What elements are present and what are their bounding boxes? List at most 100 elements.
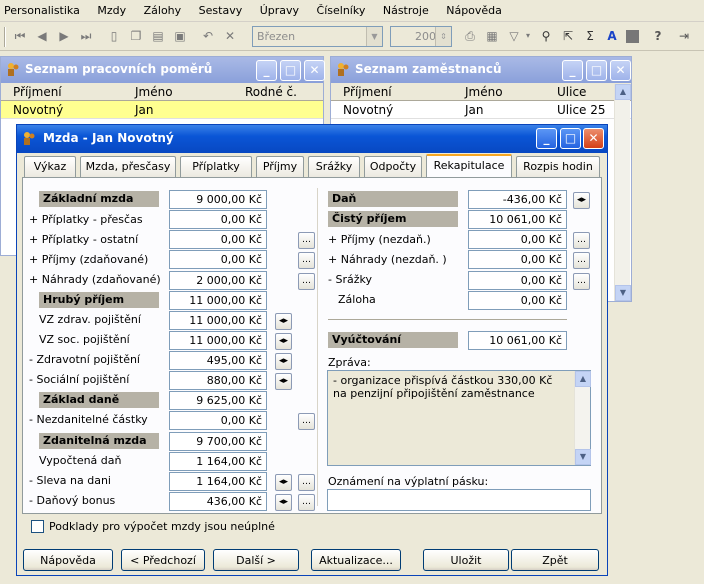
menu-nastroje[interactable]: Nástroje	[379, 0, 433, 17]
exit-icon[interactable]: ⇥	[676, 28, 692, 44]
minimize-icon[interactable]: _	[256, 60, 277, 81]
value-dan[interactable]: -436,00 Kč	[468, 190, 567, 209]
maximize-icon[interactable]: □	[586, 60, 607, 81]
value-zdravotni[interactable]: 495,00 Kč	[169, 351, 267, 370]
prev-record-icon[interactable]: ◀	[34, 28, 50, 44]
calc-button-zdravotni[interactable]: ◂▸	[275, 353, 292, 370]
scroll-up-icon[interactable]: ▲	[575, 371, 591, 387]
column-header-jmeno[interactable]: Jméno	[135, 85, 173, 99]
employees-scrollbar[interactable]: ▲ ▼	[614, 84, 631, 301]
help-icon[interactable]: ?	[650, 28, 666, 44]
value-srazky[interactable]: 0,00 Kč	[468, 271, 567, 290]
color-icon[interactable]	[626, 30, 639, 43]
table-row[interactable]: Novotný Jan	[1, 101, 323, 119]
spellcheck-icon[interactable]: A	[604, 28, 620, 44]
contracts-window-titlebar[interactable]: Seznam pracovních poměrů _ □ ✕	[1, 57, 325, 83]
detail-button-nahrady-nezdan[interactable]: …	[573, 252, 590, 269]
calc-button-sleva[interactable]: ◂▸	[275, 474, 292, 491]
tab-vykaz[interactable]: Výkaz	[24, 156, 76, 177]
value-nahrady-nezdan[interactable]: 0,00 Kč	[468, 250, 567, 269]
minimize-icon[interactable]: _	[562, 60, 583, 81]
value-cisty-prijem[interactable]: 10 061,00 Kč	[468, 210, 567, 229]
tab-srazky[interactable]: Srážky	[308, 156, 360, 177]
value-hruby-prijem[interactable]: 11 000,00 Kč	[169, 291, 267, 310]
month-select[interactable]: Březen ▼	[252, 26, 383, 47]
calc-button-socialni[interactable]: ◂▸	[275, 373, 292, 390]
value-socialni[interactable]: 880,00 Kč	[169, 371, 267, 390]
scroll-up-icon[interactable]: ▲	[615, 84, 631, 100]
filter-dropdown-icon[interactable]: ▾	[520, 28, 536, 44]
incomplete-data-checkbox[interactable]	[31, 520, 44, 533]
calc-button-vz-zdrav[interactable]: ◂▸	[275, 313, 292, 330]
calc-button-bonus[interactable]: ◂▸	[275, 494, 292, 511]
value-zaklad-dane[interactable]: 9 625,00 Kč	[169, 391, 267, 410]
scroll-down-icon[interactable]: ▼	[615, 285, 631, 301]
close-icon[interactable]: ✕	[583, 128, 604, 149]
undo-icon[interactable]: ↶	[200, 28, 216, 44]
value-zdanitelna-mzda[interactable]: 9 700,00 Kč	[169, 432, 267, 451]
menu-zalohy[interactable]: Zálohy	[140, 0, 186, 17]
export-icon[interactable]: ⇱	[560, 28, 576, 44]
next-record-icon[interactable]: ▶	[56, 28, 72, 44]
value-vypoctena-dan[interactable]: 1 164,00 Kč	[169, 452, 267, 471]
sum-icon[interactable]: Σ	[582, 28, 598, 44]
tab-prijmy[interactable]: Příjmy	[256, 156, 304, 177]
value-nahrady-zdan[interactable]: 2 000,00 Kč	[169, 271, 267, 290]
value-vz-zdrav[interactable]: 11 000,00 Kč	[169, 311, 267, 330]
save-button[interactable]: Uložit	[423, 549, 509, 571]
detail-button-sleva[interactable]: …	[298, 474, 315, 491]
close-icon[interactable]: ✕	[610, 60, 631, 81]
value-priplatky-prescas[interactable]: 0,00 Kč	[169, 210, 267, 229]
value-sleva-na-dani[interactable]: 1 164,00 Kč	[169, 472, 267, 491]
value-priplatky-ostatni[interactable]: 0,00 Kč	[169, 230, 267, 249]
calc-button-vz-soc[interactable]: ◂▸	[275, 333, 292, 350]
value-vyuctovani[interactable]: 10 061,00 Kč	[468, 331, 567, 350]
detail-button-priplatky[interactable]: …	[298, 232, 315, 249]
detail-button-bonus[interactable]: …	[298, 494, 315, 511]
menu-personalistika[interactable]: Personalistika	[0, 0, 84, 17]
tab-mzda-prescasy[interactable]: Mzda, přesčasy	[80, 156, 176, 177]
menu-ciselniky[interactable]: Číselníky	[313, 0, 370, 17]
menu-upravy[interactable]: Úpravy	[256, 0, 303, 17]
print-preview-icon[interactable]: ⎙	[462, 28, 478, 44]
delete-icon[interactable]: ✕	[222, 28, 238, 44]
save-icon[interactable]: ▣	[172, 28, 188, 44]
payslip-note-input[interactable]	[327, 489, 591, 511]
value-prijmy-zdan[interactable]: 0,00 Kč	[169, 250, 267, 269]
copy-icon[interactable]: ❐	[128, 28, 144, 44]
value-zakladni-mzda[interactable]: 9 000,00 Kč	[169, 190, 267, 209]
previous-button[interactable]: < Předchozí	[121, 549, 205, 571]
message-box[interactable]: - organizace přispívá částkou 330,00 Kč …	[327, 370, 591, 466]
tab-priplatky[interactable]: Příplatky	[180, 156, 252, 177]
menu-sestavy[interactable]: Sestavy	[195, 0, 247, 17]
close-icon[interactable]: ✕	[304, 60, 325, 81]
table-row[interactable]: Novotný Jan Ulice 25	[331, 101, 631, 119]
detail-button-nezdanitelne[interactable]: …	[298, 413, 315, 430]
column-header-ulice[interactable]: Ulice	[557, 85, 586, 99]
payroll-dialog-titlebar[interactable]: Mzda - Jan Novotný _ □ ✕	[17, 125, 607, 153]
back-button[interactable]: Zpět	[511, 549, 599, 571]
value-danovy-bonus[interactable]: 436,00 Kč	[169, 492, 267, 511]
menu-mzdy[interactable]: Mzdy	[93, 0, 130, 17]
first-record-icon[interactable]: ⏮	[12, 28, 28, 44]
column-header-jmeno[interactable]: Jméno	[465, 85, 503, 99]
value-prijmy-nezdan[interactable]: 0,00 Kč	[468, 230, 567, 249]
scroll-down-icon[interactable]: ▼	[575, 449, 591, 465]
maximize-icon[interactable]: □	[560, 128, 581, 149]
detail-button-srazky[interactable]: …	[573, 273, 590, 290]
column-header-prijmeni[interactable]: Příjmení	[13, 85, 62, 99]
tab-rekapitulace[interactable]: Rekapitulace	[426, 154, 512, 178]
new-document-icon[interactable]: ▯	[106, 28, 122, 44]
minimize-icon[interactable]: _	[536, 128, 557, 149]
value-zaloha[interactable]: 0,00 Kč	[468, 291, 567, 310]
employees-window-titlebar[interactable]: Seznam zaměstnanců _ □ ✕	[331, 57, 631, 83]
tab-rozpis-hodin[interactable]: Rozpis hodin	[516, 156, 600, 177]
value-nezdanitelne[interactable]: 0,00 Kč	[169, 411, 267, 430]
calc-button-dan[interactable]: ◂▸	[573, 192, 590, 209]
paste-icon[interactable]: ▤	[150, 28, 166, 44]
help-button[interactable]: Nápověda	[23, 549, 113, 571]
year-spinner[interactable]: 2007 ⇕	[390, 26, 452, 47]
message-scrollbar[interactable]: ▲ ▼	[574, 371, 591, 465]
detail-button-prijmy-nezdan[interactable]: …	[573, 232, 590, 249]
maximize-icon[interactable]: □	[280, 60, 301, 81]
